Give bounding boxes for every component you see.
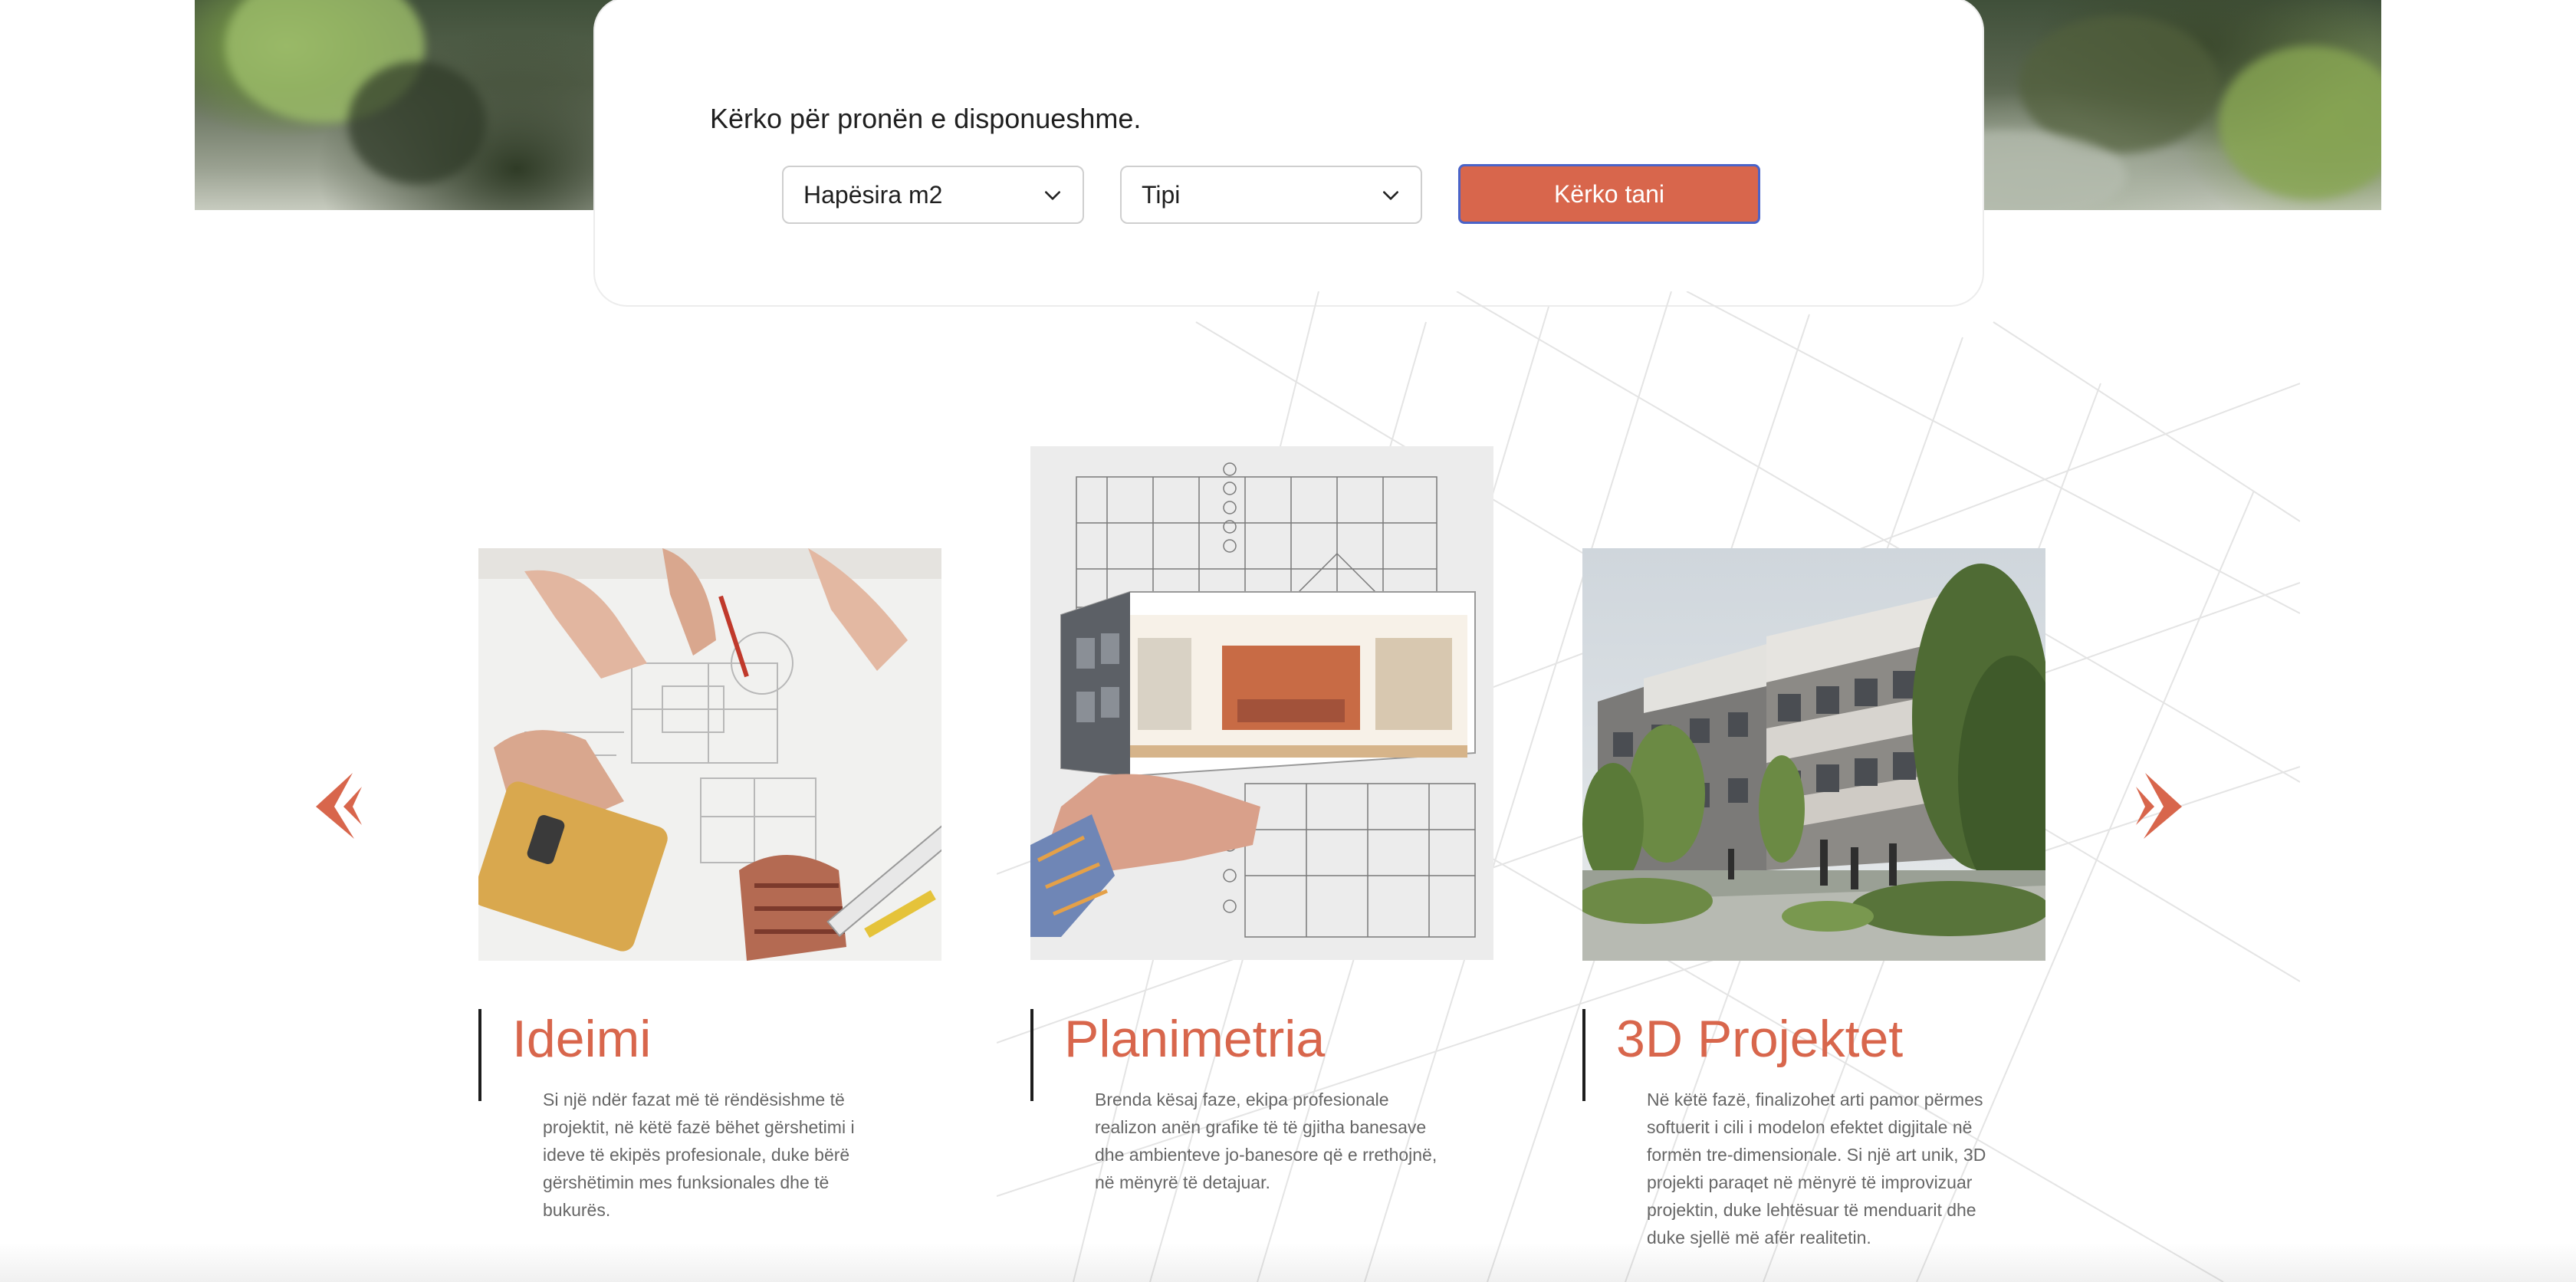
step-title: Ideimi — [512, 1010, 652, 1068]
property-search-panel: Kërko për pronën e disponueshme. Hapësir… — [593, 0, 1984, 307]
hand-holding-3d-floorplan-photo — [1030, 446, 1493, 960]
step-accent-bar — [478, 1009, 481, 1101]
step-description: Si një ndër fazat më të rëndësishme të p… — [543, 1090, 855, 1220]
type-select[interactable]: Tipi — [1120, 166, 1422, 224]
step-title: 3D Projektet — [1616, 1010, 1904, 1068]
type-select-value: Tipi — [1142, 181, 1181, 209]
step-accent-bar — [1030, 1009, 1033, 1101]
step-title: Planimetria — [1064, 1010, 1326, 1068]
step-accent-bar — [1582, 1009, 1585, 1101]
area-select[interactable]: Hapësira m2 — [782, 166, 1084, 224]
search-heading: Kërko për pronën e disponueshme. — [710, 103, 1142, 134]
chevron-double-left-icon[interactable] — [308, 767, 370, 843]
step-description: Brenda kësaj faze, ekipa profesionale re… — [1095, 1090, 1438, 1192]
hands-drawing-blueprints-photo — [478, 548, 941, 961]
building-3d-render-photo — [1582, 548, 2045, 961]
search-button[interactable]: Kërko tani — [1458, 164, 1760, 224]
area-select-value: Hapësira m2 — [803, 181, 943, 209]
chevron-double-right-icon[interactable] — [2128, 767, 2190, 843]
step-description: Në këtë fazë, finalizohet arti pamor për… — [1647, 1090, 1986, 1247]
chevron-down-icon — [1383, 191, 1398, 200]
page-bottom-shadow — [0, 1242, 2576, 1282]
chevron-down-icon — [1045, 191, 1060, 200]
